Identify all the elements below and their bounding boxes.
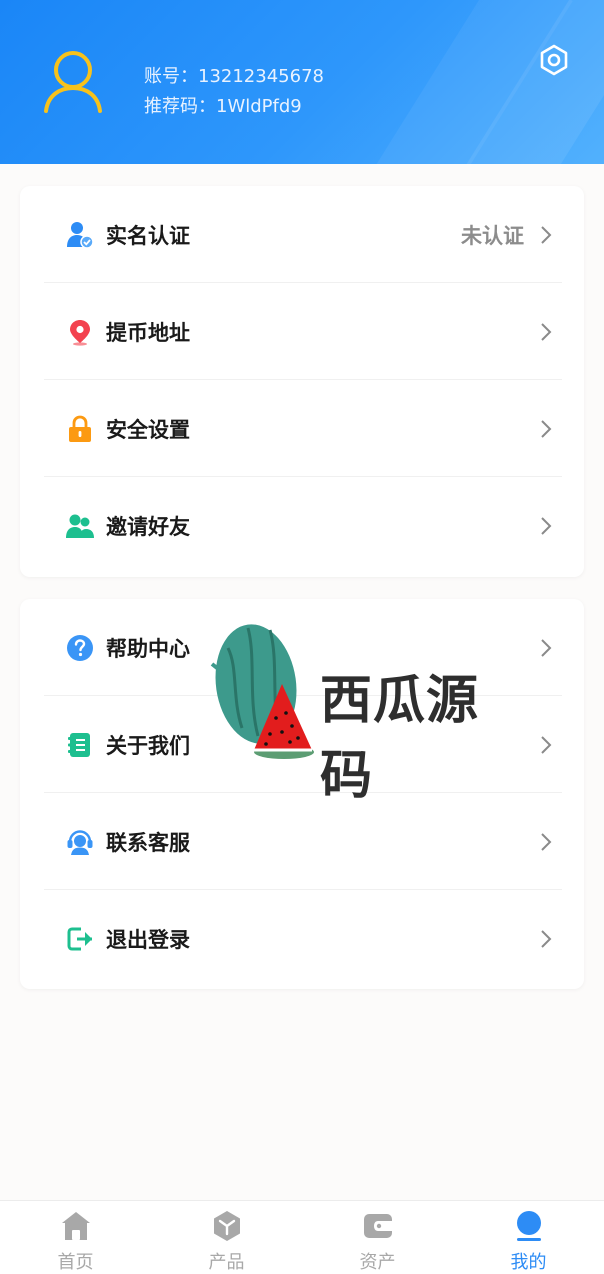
menu-item-help-center[interactable]: 帮助中心: [44, 599, 562, 696]
menu-item-label: 安全设置: [106, 417, 190, 442]
tab-label: 我的: [510, 1252, 547, 1273]
invite-code-value: 1WldPfd9: [216, 96, 302, 117]
chevron-right-icon: [541, 516, 552, 535]
menu-item-label: 实名认证: [106, 223, 190, 248]
product-box-icon: [210, 1209, 244, 1242]
menu-item-label: 邀请好友: [106, 514, 190, 539]
menu-item-logout[interactable]: 退出登录: [44, 890, 562, 987]
lock-icon: [66, 415, 94, 443]
tab-products[interactable]: 产品: [151, 1201, 302, 1274]
chevron-right-icon: [541, 322, 552, 341]
profile-icon: [512, 1209, 546, 1242]
invite-code-info: 推荐码：1WldPfd9: [144, 92, 302, 118]
user-verified-icon: [66, 221, 94, 249]
account-menu-card: 实名认证 未认证 提币地址 安全设置 邀请好友: [20, 186, 584, 577]
invite-friends-icon: [66, 512, 94, 540]
support-menu-card: 帮助中心 关于我们 联系客服 退出登录: [20, 599, 584, 989]
account-label: 账号：: [144, 66, 198, 87]
tab-label: 产品: [208, 1252, 245, 1273]
menu-item-real-name[interactable]: 实名认证 未认证: [44, 186, 562, 283]
chevron-right-icon: [541, 929, 552, 948]
bottom-tab-bar: 首页 产品 资产 我的: [0, 1200, 604, 1274]
help-icon: [66, 634, 94, 662]
home-icon: [59, 1209, 93, 1242]
account-value: 13212345678: [198, 66, 324, 87]
menu-item-customer-service[interactable]: 联系客服: [44, 793, 562, 890]
menu-item-label: 关于我们: [106, 733, 190, 758]
menu-item-label: 提币地址: [106, 320, 190, 345]
chevron-right-icon: [541, 638, 552, 657]
menu-item-invite-friends[interactable]: 邀请好友: [44, 477, 562, 574]
verification-status: 未认证: [461, 223, 524, 248]
tab-label: 资产: [359, 1252, 396, 1273]
logout-icon: [66, 925, 94, 953]
avatar[interactable]: [42, 48, 104, 114]
tab-assets[interactable]: 资产: [302, 1201, 453, 1274]
customer-service-icon: [66, 828, 94, 856]
wallet-icon: [361, 1209, 395, 1242]
location-pin-icon: [66, 318, 94, 346]
chevron-right-icon: [541, 832, 552, 851]
tab-label: 首页: [57, 1252, 94, 1273]
chevron-right-icon: [541, 735, 552, 754]
about-book-icon: [66, 731, 94, 759]
menu-item-label: 帮助中心: [106, 636, 190, 661]
menu-item-label: 联系客服: [106, 830, 190, 855]
settings-button[interactable]: [536, 42, 572, 78]
menu-item-about-us[interactable]: 关于我们: [44, 696, 562, 793]
tab-home[interactable]: 首页: [0, 1201, 151, 1274]
menu-item-security-settings[interactable]: 安全设置: [44, 380, 562, 477]
invite-code-label: 推荐码：: [144, 96, 216, 117]
gear-icon: [540, 44, 568, 76]
account-info: 账号：13212345678: [144, 62, 324, 88]
chevron-right-icon: [541, 225, 552, 244]
tab-mine[interactable]: 我的: [453, 1201, 604, 1274]
profile-header: 账号：13212345678 推荐码：1WldPfd9: [0, 0, 604, 164]
menu-item-label: 退出登录: [106, 927, 190, 952]
menu-item-withdraw-address[interactable]: 提币地址: [44, 283, 562, 380]
chevron-right-icon: [541, 419, 552, 438]
avatar-user-icon: [44, 51, 102, 113]
